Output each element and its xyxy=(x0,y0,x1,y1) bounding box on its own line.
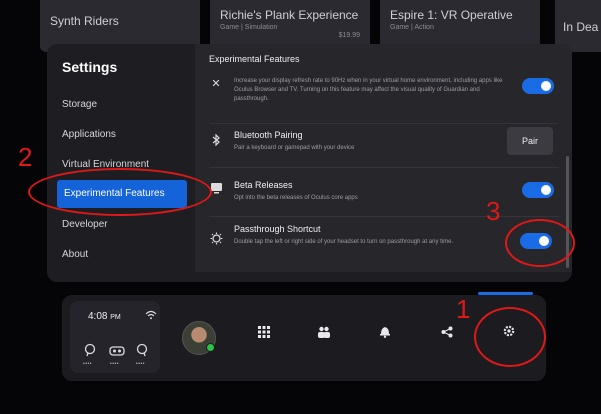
share-icon[interactable] xyxy=(435,322,459,346)
annotation-number: 1 xyxy=(456,294,471,324)
setting-title: Passthrough Shortcut xyxy=(234,224,321,234)
quick-status-panel[interactable]: 4:08 PM •••• •••• •••• xyxy=(70,301,160,373)
bluetooth-icon xyxy=(210,133,222,147)
page-title: Settings xyxy=(62,59,118,75)
section-title: Experimental Features xyxy=(209,54,300,64)
setting-title: Bluetooth Pairing xyxy=(234,130,303,140)
store-card-title: Espire 1: VR Operative xyxy=(390,8,513,22)
refresh-rate-icon: ✕ xyxy=(211,78,221,90)
wifi-icon xyxy=(145,307,157,325)
store-card-price: $19.99 xyxy=(338,32,360,39)
avatar[interactable] xyxy=(182,321,216,355)
store-card-title: In Dea xyxy=(563,20,599,34)
sidebar-item-developer[interactable]: Developer xyxy=(62,219,108,230)
clock: 4:08 PM xyxy=(88,311,121,322)
divider xyxy=(209,167,559,168)
annotation-ellipse xyxy=(505,219,575,267)
controller-right-icon xyxy=(135,343,149,362)
setting-title: Beta Releases xyxy=(234,180,293,190)
passthrough-icon xyxy=(210,232,223,245)
store-card-title: Richie's Plank Experience xyxy=(220,8,359,22)
clock-time: 4:08 xyxy=(88,311,108,322)
store-card-subtitle: Game | Action xyxy=(390,24,434,31)
setting-description: Double tap the left or right side of you… xyxy=(234,239,454,245)
controller-left-icon xyxy=(83,343,97,362)
setting-description: Pair a keyboard or gamepad with your dev… xyxy=(234,145,355,151)
apps-grid-icon[interactable] xyxy=(252,322,276,346)
sidebar-item-about[interactable]: About xyxy=(62,249,88,260)
beta-releases-toggle[interactable] xyxy=(522,182,554,198)
annotation-ellipse xyxy=(28,168,212,216)
refresh-rate-toggle[interactable] xyxy=(522,78,554,94)
store-card-subtitle: Game | Simulation xyxy=(220,24,278,31)
store-card-title: Synth Riders xyxy=(50,14,119,28)
headset-icon xyxy=(109,344,125,362)
notifications-bell-icon[interactable] xyxy=(373,322,397,346)
setting-description: Opt into the beta releases of Oculus cor… xyxy=(234,195,358,201)
divider xyxy=(209,216,559,217)
setting-description: Increase your display refresh rate to 90… xyxy=(234,78,503,102)
annotation-ellipse xyxy=(474,307,546,367)
settings-sidebar: Settings Storage Applications Virtual En… xyxy=(47,44,197,282)
battery-dots: •••• xyxy=(110,361,120,367)
clock-ampm: PM xyxy=(110,314,121,321)
sidebar-item-storage[interactable]: Storage xyxy=(62,99,97,110)
sidebar-item-applications[interactable]: Applications xyxy=(62,129,116,140)
battery-dots: •••• xyxy=(83,361,93,367)
battery-dots: •••• xyxy=(136,361,146,367)
annotation-number: 3 xyxy=(486,196,501,226)
annotation-number: 2 xyxy=(18,142,33,172)
pair-button[interactable]: Pair xyxy=(507,127,553,155)
divider xyxy=(209,123,559,124)
people-icon[interactable] xyxy=(312,322,336,346)
